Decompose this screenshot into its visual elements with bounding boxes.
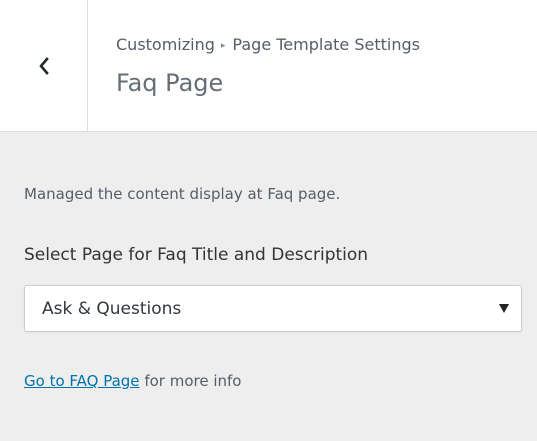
breadcrumb-parent: Customizing bbox=[116, 35, 215, 54]
faq-page-select[interactable]: Ask & Questions bbox=[24, 285, 522, 332]
page-title: Faq Page bbox=[116, 69, 224, 97]
customizer-header: Customizing ▸ Page Template Settings Faq P… bbox=[0, 0, 537, 132]
breadcrumb-section: Page Template Settings bbox=[232, 35, 420, 54]
breadcrumb-separator-icon: ▸ bbox=[220, 41, 226, 51]
select-value: Ask & Questions bbox=[42, 299, 182, 319]
section-description: Managed the content display at Faq page. bbox=[24, 185, 341, 203]
go-to-faq-page-link[interactable]: Go to FAQ Page bbox=[24, 372, 140, 390]
dropdown-arrow-icon bbox=[499, 304, 509, 313]
back-button[interactable] bbox=[0, 0, 88, 132]
info-line: Go to FAQ Page for more info bbox=[24, 370, 241, 392]
info-suffix: for more info bbox=[139, 372, 242, 390]
breadcrumb: Customizing ▸ Page Template Settings bbox=[116, 33, 529, 60]
select-label: Select Page for Faq Title and Descriptio… bbox=[24, 245, 369, 265]
title-area: Customizing ▸ Page Template Settings Faq P… bbox=[116, 33, 529, 98]
chevron-left-icon bbox=[36, 56, 52, 76]
